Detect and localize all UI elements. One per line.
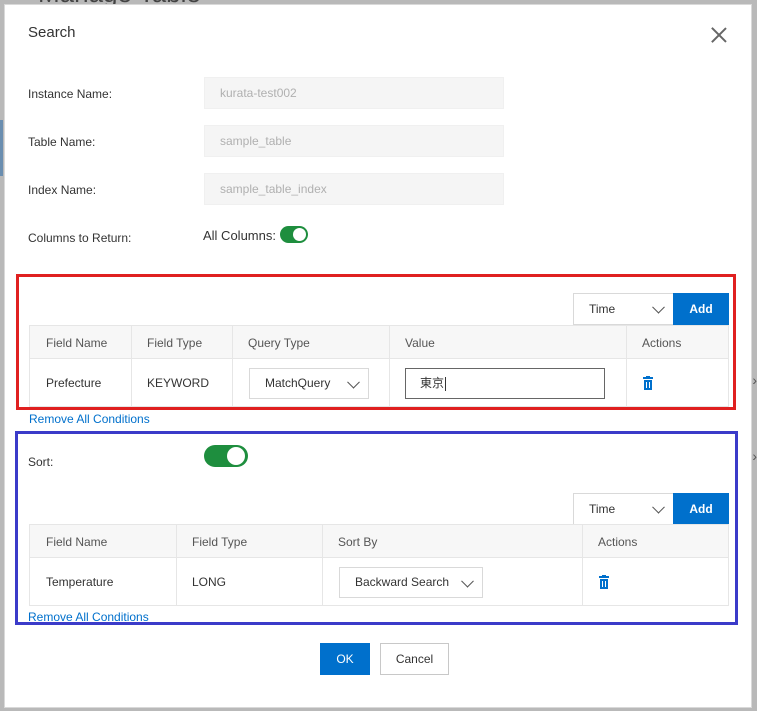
index-name-label: Index Name:: [28, 183, 97, 197]
columns-to-return-label: Columns to Return:: [28, 231, 132, 245]
cancel-button[interactable]: Cancel: [380, 643, 449, 675]
ok-button[interactable]: OK: [320, 643, 370, 675]
sort-section-highlight: [15, 431, 738, 625]
instance-name-label: Instance Name:: [28, 87, 113, 101]
dialog-title: Search: [28, 24, 76, 41]
query-section-highlight: [16, 274, 736, 410]
background-chevron-icon: ›: [752, 372, 757, 388]
all-columns-toggle[interactable]: [280, 226, 308, 243]
table-name-field: sample_table: [204, 125, 504, 157]
close-icon[interactable]: [709, 25, 729, 45]
query-remove-all-link[interactable]: Remove All Conditions: [29, 412, 150, 426]
instance-name-field: kurata-test002: [204, 77, 504, 109]
background-chevron-icon: ›: [752, 448, 757, 464]
all-columns-label: All Columns:: [203, 228, 276, 243]
table-name-label: Table Name:: [28, 135, 96, 149]
index-name-field: sample_table_index: [204, 173, 504, 205]
toggle-knob: [293, 228, 306, 241]
background-left-marker: [0, 120, 3, 176]
